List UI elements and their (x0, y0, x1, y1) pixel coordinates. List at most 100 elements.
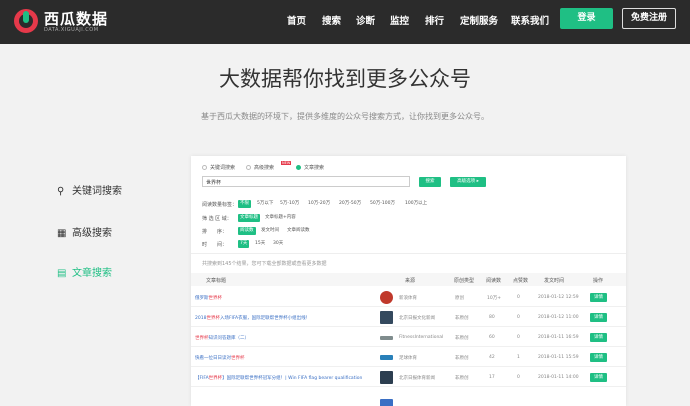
article-title-link[interactable]: 快看一位日日读对世界杯 (195, 355, 245, 361)
reads-option[interactable]: 100万以上 (403, 200, 429, 208)
article-icon: ▤ (57, 268, 67, 279)
nav-home[interactable]: 首页 (287, 13, 306, 27)
account-avatar[interactable] (380, 355, 393, 360)
account-avatar[interactable] (380, 336, 393, 340)
side-item-keyword-search[interactable]: ⚲ 关键词搜索 (57, 182, 122, 197)
type: 非原创 (455, 376, 469, 381)
account-avatar[interactable] (380, 311, 393, 324)
radio-keyword[interactable] (202, 165, 207, 170)
source[interactable]: 北京日报文化新闻 (399, 315, 435, 321)
mode-article-label[interactable]: 文章搜索 (304, 164, 324, 171)
source[interactable]: 新浪体育 (399, 295, 417, 301)
brand-domain: DATA.XIGUAJI.COM (44, 27, 99, 33)
sort-filter-label: 排 序： (202, 229, 228, 235)
publish-time: 2018-01-11 15:59 (538, 355, 579, 360)
article-title-link[interactable]: 俄罗斯世界杯 (195, 295, 222, 301)
likes: 0 (517, 295, 520, 300)
reads: 10万+ (487, 296, 501, 301)
reads: 80 (489, 315, 495, 320)
table-row: 俄罗斯世界杯 新浪体育 原创 10万+ 0 2018-01-12 12:59 详… (191, 288, 626, 307)
brand-name[interactable]: 西瓜数据 (44, 8, 108, 29)
likes: 1 (517, 355, 520, 360)
col-reads: 阅读数 (486, 278, 502, 284)
type: 非原创 (455, 356, 469, 361)
publish-time: 2018-01-12 12:59 (538, 295, 579, 300)
side-item-label: 关键词搜索 (72, 186, 122, 197)
scope-filter-label: 筛 选 区 域： (202, 216, 232, 222)
col-likes: 点赞数 (513, 278, 529, 284)
detail-button[interactable]: 详情 (590, 313, 607, 322)
reads-option[interactable]: 10万-20万 (306, 200, 332, 208)
top-navigation-bar: 西瓜数据 DATA.XIGUAJI.COM 首页 搜索 诊断 监控 排行 定制服… (0, 0, 690, 44)
account-avatar[interactable] (380, 291, 393, 304)
table-row: 世界杯知识问答题库（二） FitnessInternational 非原创 60… (191, 328, 626, 347)
side-item-advanced-search[interactable]: ▦ 高级搜索 (57, 224, 112, 239)
publish-time: 2018-01-11 14:00 (538, 375, 579, 380)
col-source: 来源 (405, 278, 416, 284)
type: 非原创 (455, 316, 469, 321)
nav-search[interactable]: 搜索 (322, 13, 341, 27)
sort-option[interactable]: 文章阅读数 (285, 227, 312, 235)
time-filter-label: 时 间： (202, 242, 228, 248)
likes: 0 (517, 375, 520, 380)
source[interactable]: FitnessInternational (399, 335, 443, 340)
watermelon-logo-icon[interactable] (14, 9, 38, 33)
reads-option[interactable]: 5万以下 (255, 200, 275, 208)
time-option[interactable]: 30天 (271, 240, 285, 248)
table-row: 【FIFA世界杯】国际足联帮世界杯冠军分组！| Win FIFA flag be… (191, 368, 626, 387)
register-button[interactable]: 免费注册 (622, 8, 676, 29)
col-type: 原创类型 (454, 278, 475, 284)
detail-button[interactable]: 详情 (590, 373, 607, 382)
mode-advanced-label[interactable]: 高级搜索 (254, 164, 274, 171)
account-avatar[interactable] (380, 399, 393, 406)
nav-diagnose[interactable]: 诊断 (356, 13, 375, 27)
results-table-header: 文章标题 来源 原创类型 阅读数 点赞数 发文时间 操作 (191, 273, 626, 286)
col-action: 操作 (593, 278, 604, 284)
nav-monitor[interactable]: 监控 (390, 13, 409, 27)
keyword-value: 世界杯 (206, 180, 222, 186)
detail-button[interactable]: 详情 (590, 333, 607, 342)
source[interactable]: 北京日报体育新闻 (399, 375, 435, 381)
reads: 17 (489, 375, 495, 380)
side-item-article-search[interactable]: ▤ 文章搜索 (57, 264, 112, 279)
col-time: 发文时间 (544, 278, 565, 284)
search-icon: ⚲ (57, 186, 65, 197)
side-item-label: 文章搜索 (72, 268, 112, 279)
nav-custom-service[interactable]: 定制服务 (460, 13, 498, 27)
source[interactable]: 足球体育 (399, 355, 417, 361)
nav-ranking[interactable]: 排行 (425, 13, 444, 27)
keyword-input[interactable]: 世界杯 (202, 176, 410, 187)
time-option[interactable]: 7天 (238, 240, 250, 248)
radio-article[interactable] (296, 165, 301, 170)
likes: 0 (517, 335, 520, 340)
col-title: 文章标题 (206, 278, 227, 284)
reads-option[interactable]: 50万-100万 (368, 200, 397, 208)
sort-option[interactable]: 发文时间 (259, 227, 281, 235)
article-title-link[interactable]: 【FIFA世界杯】国际足联帮世界杯冠军分组！| Win FIFA flag be… (195, 375, 362, 381)
search-button[interactable]: 搜索 (419, 177, 441, 187)
advanced-options-button[interactable]: 高级选项 ▸ (450, 177, 486, 187)
table-row (191, 388, 626, 406)
reads-filter-label: 阅读数量标签： (202, 202, 238, 208)
mode-keyword-label[interactable]: 关键词搜索 (210, 164, 235, 171)
reads-option[interactable]: 5万-10万 (278, 200, 301, 208)
publish-time: 2018-01-12 11:00 (538, 315, 579, 320)
reads-option[interactable]: 不限 (238, 200, 251, 208)
table-row: 2018世界杯入场FIFA衣服，国际足联帮世界杯小组出线！ 北京日报文化新闻 非… (191, 308, 626, 327)
nav-contact[interactable]: 联系我们 (511, 13, 549, 27)
scope-option[interactable]: 文章标题 (238, 214, 260, 222)
reads-option[interactable]: 20万-50万 (337, 200, 363, 208)
detail-button[interactable]: 详情 (590, 353, 607, 362)
detail-button[interactable]: 详情 (590, 293, 607, 302)
scope-option[interactable]: 文章标题+内容 (263, 214, 298, 222)
result-count-note: 共搜索到145个结果，您可下载全部数据或查看更多数据 (202, 261, 327, 267)
login-button[interactable]: 登录 (560, 8, 613, 29)
likes: 0 (517, 315, 520, 320)
sort-option[interactable]: 阅读数 (238, 227, 256, 235)
account-avatar[interactable] (380, 371, 393, 384)
article-title-link[interactable]: 世界杯知识问答题库（二） (195, 335, 249, 341)
page-title: 大数据帮你找到更多公众号 (219, 67, 471, 91)
article-title-link[interactable]: 2018世界杯入场FIFA衣服，国际足联帮世界杯小组出线！ (195, 315, 310, 321)
radio-advanced[interactable] (246, 165, 251, 170)
time-option[interactable]: 15天 (253, 240, 267, 248)
